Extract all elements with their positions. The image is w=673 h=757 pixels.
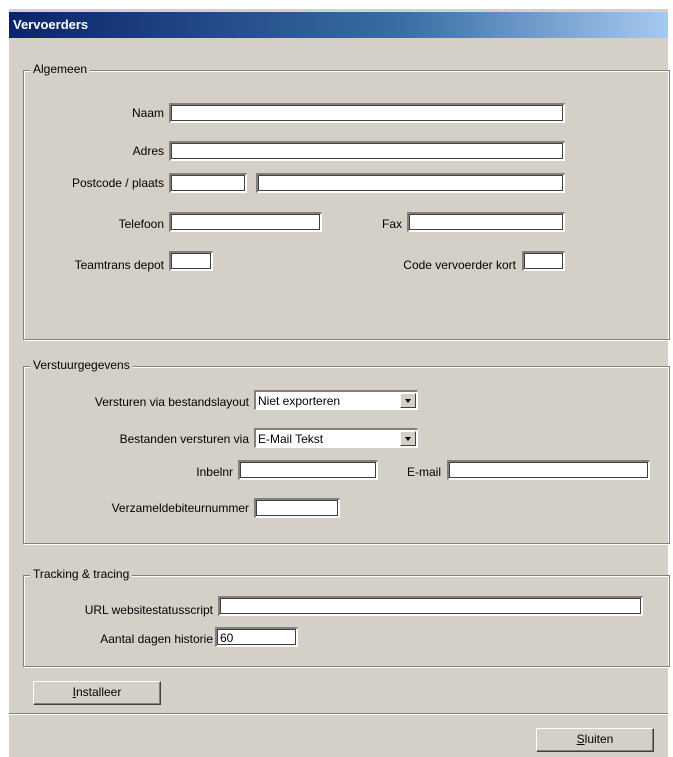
layout-select-value: Niet exporteren [258,394,341,408]
adres-label: Adres [132,144,164,158]
sluiten-button[interactable]: Sluiten [536,728,654,752]
url-field[interactable] [218,596,643,616]
dagen-field[interactable] [215,627,298,647]
layout-select[interactable]: Niet exporteren [254,390,418,410]
code-field[interactable] [522,251,565,271]
adres-field[interactable] [169,141,565,161]
email-field[interactable] [447,460,650,480]
depot-field[interactable] [169,251,213,271]
fax-label: Fax [381,217,402,231]
telefoon-field[interactable] [169,212,322,232]
installeer-label: nstalleer [75,685,122,699]
verzamel-field[interactable] [254,498,340,518]
inbelnr-field[interactable] [238,460,378,480]
group-verstuurgegevens-legend: Verstuurgegevens [30,358,133,372]
via-select-value: E-Mail Tekst [258,432,324,446]
via-label: Bestanden versturen via [119,432,249,446]
url-label: URL websitestatusscript [84,603,213,617]
chevron-down-icon[interactable] [400,431,416,446]
fax-field[interactable] [407,212,565,232]
depot-label: Teamtrans depot [74,258,164,272]
window-title: Vervoerders [13,17,89,32]
telefoon-label: Telefoon [118,217,164,231]
inbelnr-label: Inbelnr [196,465,233,479]
code-label: Code vervoerder kort [403,258,516,272]
email-label: E-mail [406,465,441,479]
title-bar: Vervoerders [9,12,668,38]
dagen-label: Aantal dagen historie [100,632,213,646]
postcode-label: Postcode / plaats [71,176,164,190]
plaats-field[interactable] [256,173,565,193]
naam-label: Naam [131,106,164,120]
via-select[interactable]: E-Mail Tekst [254,428,418,448]
verzamel-label: Verzameldebiteurnummer [111,501,249,515]
group-algemeen-legend: Algemeen [30,62,91,76]
group-tracking-legend: Tracking & tracing [30,567,133,581]
layout-label: Versturen via bestandslayout [94,395,249,409]
chevron-down-icon[interactable] [400,393,416,408]
group-tracking: Tracking & tracing [23,567,670,667]
installeer-button[interactable]: Installeer [33,681,161,705]
sluiten-label: luiten [584,732,614,746]
postcode-field[interactable] [169,173,247,193]
naam-field[interactable] [169,103,565,123]
sluiten-mnemonic: S [576,732,585,746]
